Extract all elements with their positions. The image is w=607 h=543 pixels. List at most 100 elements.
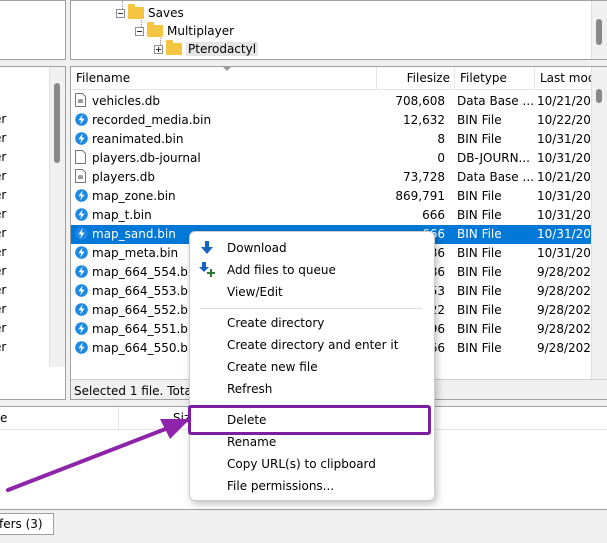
menu-item-download[interactable]: Download [227, 238, 287, 258]
file-name: players.db-journal [92, 151, 201, 165]
file-type: BIN File [457, 189, 502, 203]
local-list-item[interactable]: er [0, 281, 6, 300]
menu-item-file-permissions[interactable]: File permissions... [227, 476, 334, 496]
file-row[interactable]: reanimated.bin 8 BIN File 10/31/202 [71, 130, 601, 149]
file-name-cell: map_zone.bin [75, 187, 375, 206]
local-list-item[interactable]: er [0, 319, 6, 338]
file-size: 869,791 [395, 189, 445, 203]
file-type: BIN File [457, 322, 502, 336]
file-row[interactable]: map_zone.bin 869,791 BIN File 10/31/202 [71, 187, 601, 206]
tree-item-saves[interactable]: Saves [116, 4, 184, 22]
file-name: recorded_media.bin [92, 113, 212, 127]
local-list-item[interactable]: er [0, 110, 6, 129]
file-name: map_664_550.bin [92, 341, 199, 355]
add-to-queue-icon [199, 262, 215, 277]
menu-item-create-directory-enter[interactable]: Create directory and enter it [227, 335, 398, 355]
file-type: BIN File [457, 113, 502, 127]
file-list-scrollbar[interactable] [591, 67, 607, 379]
file-name: reanimated.bin [92, 132, 184, 146]
local-list-item[interactable]: er [0, 129, 6, 148]
file-type: BIN File [457, 284, 502, 298]
scrollbar-thumb[interactable] [596, 19, 602, 45]
folder-icon [166, 40, 182, 55]
bin-file-icon [75, 341, 88, 354]
local-file-list[interactable]: ererererererererererererer [0, 66, 66, 400]
folder-icon [147, 22, 163, 37]
file-size: 666 [422, 208, 445, 222]
column-header-filesize[interactable]: Filesize [377, 67, 455, 89]
file-row[interactable]: vehicles.db 708,608 Data Base ... 10/21/202 [71, 92, 601, 111]
expand-icon[interactable] [154, 45, 163, 54]
tree-item-multiplayer[interactable]: Multiplayer [135, 22, 234, 40]
file-name: map_664_554.bin [92, 265, 199, 279]
file-row[interactable]: recorded_media.bin 12,632 BIN File 10/22/20… [71, 111, 601, 130]
file-row[interactable]: players.db 73,728 Data Base ... 10/21/202 [71, 168, 601, 187]
local-list-item[interactable]: er [0, 224, 6, 243]
local-list-item[interactable]: er [0, 262, 6, 281]
local-tree-pane[interactable] [0, 0, 66, 60]
tree-scrollbar[interactable] [591, 1, 607, 59]
tree-item-pterodactyl[interactable]: Pterodactyl [154, 40, 259, 58]
menu-separator [200, 308, 422, 309]
file-type: BIN File [457, 265, 502, 279]
file-name-cell: players.db-journal [75, 149, 375, 168]
bin-file-icon [75, 284, 88, 297]
download-icon [201, 241, 213, 254]
menu-item-copy-urls[interactable]: Copy URL(s) to clipboard [227, 454, 376, 474]
local-list-item[interactable]: er [0, 243, 6, 262]
file-type: BIN File [457, 246, 502, 260]
file-name: map_sand.bin [92, 227, 176, 241]
local-list-item[interactable]: er [0, 338, 6, 357]
menu-item-add-to-queue[interactable]: Add files to queue [227, 260, 336, 280]
tab-bar: fers (3) [0, 510, 607, 543]
file-row[interactable]: players.db-journal 0 DB-JOURN... 10/31/202 [71, 149, 601, 168]
file-size: 8 [437, 132, 445, 146]
local-list-item[interactable]: er [0, 300, 6, 319]
db-file-icon [75, 93, 88, 107]
collapse-icon[interactable] [135, 27, 144, 36]
file-type: BIN File [457, 208, 502, 222]
local-list-item[interactable]: er [0, 205, 6, 224]
local-list-scrollbar[interactable] [49, 67, 65, 367]
file-name: map_664_552.bin [92, 303, 199, 317]
tree-label-multiplayer: Multiplayer [167, 24, 235, 38]
menu-item-refresh[interactable]: Refresh [227, 379, 272, 399]
file-name-cell: vehicles.db [75, 92, 375, 111]
file-size: 0 [437, 151, 445, 165]
file-size: 73,728 [403, 170, 445, 184]
file-type: BIN File [457, 303, 502, 317]
tab-queued-transfers[interactable]: fers (3) [0, 513, 54, 535]
file-name-cell: reanimated.bin [75, 130, 375, 149]
file-name-cell: players.db [75, 168, 375, 187]
file-name: map_664_551.bin [92, 322, 199, 336]
column-header-filetype[interactable]: Filetype [455, 67, 535, 89]
bin-file-icon [75, 208, 88, 221]
collapse-icon[interactable] [116, 9, 125, 18]
bin-file-icon [75, 189, 88, 202]
local-list-item[interactable]: er [0, 148, 6, 167]
tree-label-saves: Saves [148, 6, 184, 20]
scrollbar-thumb[interactable] [54, 83, 60, 163]
bin-file-icon [75, 246, 88, 259]
file-type: Data Base ... [457, 94, 534, 108]
menu-item-view-edit[interactable]: View/Edit [227, 282, 283, 302]
bin-file-icon [75, 303, 88, 316]
menu-item-rename[interactable]: Rename [227, 432, 276, 452]
db-file-icon [75, 169, 88, 183]
file-size: 12,632 [403, 113, 445, 127]
local-list-item[interactable]: er [0, 167, 6, 186]
bin-file-icon [75, 265, 88, 278]
local-list-item[interactable]: er [0, 186, 6, 205]
remote-tree-pane[interactable]: Saves Multiplayer Pterodactyl [70, 0, 607, 60]
tree-label-pterodactyl: Pterodactyl [186, 42, 259, 56]
blank-file-icon [75, 150, 88, 164]
menu-item-create-directory[interactable]: Create directory [227, 313, 324, 333]
context-menu: Download Add files to queue View/Edit Cr… [189, 231, 435, 501]
scrollbar-thumb[interactable] [596, 89, 602, 103]
file-type: DB-JOURN... [457, 151, 530, 165]
bin-file-icon [75, 322, 88, 335]
file-row[interactable]: map_t.bin 666 BIN File 10/31/202 [71, 206, 601, 225]
menu-item-create-new-file[interactable]: Create new file [227, 357, 318, 377]
file-name: vehicles.db [92, 94, 161, 108]
file-type: Data Base ... [457, 170, 534, 184]
